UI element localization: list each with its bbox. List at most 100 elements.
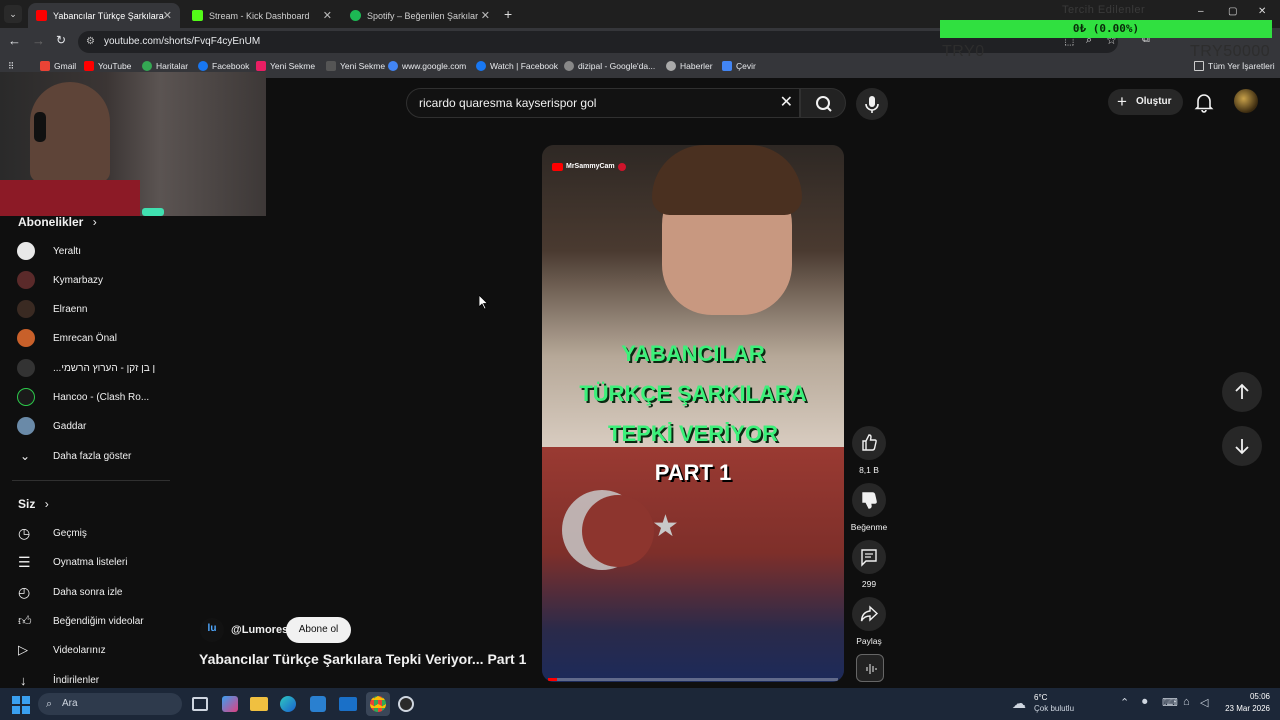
sidebar-sub-elraenn[interactable]: Elraenn <box>0 295 170 323</box>
sidebar-item-playlists[interactable]: ☰ Oynatma listeleri <box>0 548 170 576</box>
previous-short-button[interactable] <box>1222 372 1262 412</box>
tab-kick[interactable]: Stream - Kick Dashboard ✕ <box>184 3 340 28</box>
channel-name[interactable]: @Lumores <box>231 624 288 636</box>
tab-youtube[interactable]: Yabancılar Türkçe Şarkılara Tepki ✕ <box>28 3 180 28</box>
tab-spotify[interactable]: Spotify – Beğenilen Şarkılar ✕ <box>342 3 498 28</box>
close-icon[interactable]: ✕ <box>163 9 172 22</box>
page-icon <box>256 61 266 71</box>
bookmark-translate[interactable]: Çevir <box>722 61 756 71</box>
close-icon[interactable]: ✕ <box>323 9 332 22</box>
download-icon: ↓ <box>20 672 27 688</box>
overlay-faint-text: Tercih Edilenler <box>1062 4 1146 16</box>
like-button[interactable] <box>852 426 886 460</box>
arrow-down-icon <box>1235 439 1249 455</box>
video-person-hair <box>652 145 802 215</box>
task-view-icon[interactable] <box>192 697 208 711</box>
all-bookmarks[interactable]: Tüm Yer İşaretleri <box>1194 61 1275 71</box>
avatar[interactable] <box>1234 89 1258 113</box>
donation-progress-bar: 0₺ (0.00%) <box>940 20 1272 38</box>
overlay-goal-start: TRY0 <box>942 43 985 60</box>
webcam-overlay <box>0 72 266 216</box>
site-info-icon[interactable]: ⚙ <box>86 31 95 53</box>
window-close-button[interactable]: ✕ <box>1258 6 1266 17</box>
file-explorer-icon[interactable] <box>250 697 268 711</box>
minimize-button[interactable]: – <box>1198 6 1204 17</box>
you-heading[interactable]: Siz › <box>18 497 49 511</box>
voice-search-button[interactable] <box>856 88 888 120</box>
chrome-icon[interactable] <box>366 692 390 716</box>
subscriptions-heading[interactable]: Abonelikler › <box>18 215 97 229</box>
edge-icon[interactable] <box>280 696 296 712</box>
bookmark-new-tab-2[interactable]: Yeni Sekme <box>326 61 385 71</box>
bookmark-youtube[interactable]: YouTube <box>84 61 131 71</box>
video-progress-fill <box>548 678 557 681</box>
microphone-tray-icon[interactable]: ⏺ <box>1142 696 1148 709</box>
tab-list-button[interactable]: ⌄ <box>4 5 22 23</box>
date: 23 Mar 2026 <box>1225 704 1270 713</box>
bookmark-news[interactable]: Haberler <box>666 61 713 71</box>
store-icon[interactable] <box>310 696 326 712</box>
share-label: Paylaş <box>856 636 882 646</box>
mail-icon[interactable] <box>339 697 357 711</box>
bookmark-watch-facebook[interactable]: Watch | Facebook <box>476 61 558 71</box>
widgets-icon[interactable] <box>222 696 238 712</box>
maximize-button[interactable]: ▢ <box>1228 6 1237 17</box>
comments-button[interactable] <box>852 540 886 574</box>
sidebar-item-history[interactable]: ◷ Geçmiş <box>0 519 170 547</box>
google-icon <box>388 61 398 71</box>
sidebar-item-watch-later[interactable]: ◴ Daha sonra izle <box>0 578 170 606</box>
bookmark-new-tab-1[interactable]: Yeni Sekme <box>256 61 315 71</box>
channel-avatar[interactable]: lu <box>200 618 224 642</box>
sidebar-sub-hebrew-channel[interactable]: ...ן בן זקן - הערוץ הרשמי <box>0 354 170 382</box>
dislike-button[interactable] <box>852 483 886 517</box>
taskbar-search[interactable]: ⌕ Ara <box>38 693 182 715</box>
keyboard-icon[interactable]: ⌨ <box>1162 696 1178 709</box>
sidebar-item-liked-videos[interactable]: 👍︎ Beğendiğim videolar <box>0 607 170 635</box>
back-button[interactable]: ← <box>8 33 21 48</box>
thumbs-down-icon <box>862 492 877 509</box>
history-icon: ◷ <box>18 524 31 541</box>
sidebar-sub-emrecan[interactable]: Emrecan Önal <box>0 324 170 352</box>
sidebar-sub-hancoo[interactable]: Hancoo - (Clash Ro... <box>0 383 170 411</box>
clock[interactable]: 05:06 23 Mar 2026 <box>1218 692 1270 713</box>
create-button[interactable]: + Oluştur <box>1108 89 1183 115</box>
weather-widget[interactable]: ☁ 6°C Çok bulutlu <box>1012 692 1102 716</box>
folder-icon <box>1194 61 1204 71</box>
bookmark-facebook[interactable]: Facebook <box>198 61 249 71</box>
search-input[interactable]: ricardo quaresma kayserispor gol ✕ <box>406 88 800 118</box>
new-tab-button[interactable]: + <box>504 6 512 22</box>
channel-avatar-icon <box>17 242 35 260</box>
sidebar-sub-kymarbazy[interactable]: Kymarbazy <box>0 266 170 294</box>
sound-button[interactable] <box>856 654 884 682</box>
close-icon[interactable]: ✕ <box>481 9 490 22</box>
bookmark-maps[interactable]: Haritalar <box>142 61 188 71</box>
volume-icon[interactable]: ◁ <box>1200 696 1208 709</box>
sidebar-sub-yeralti[interactable]: Yeraltı <box>0 237 170 265</box>
overlay-goal-end: TRY50000 <box>1190 43 1271 60</box>
apps-icon[interactable]: ⠿ <box>8 61 14 72</box>
sidebar-item-your-videos[interactable]: ▷ Videolarınız <box>0 636 170 664</box>
obs-icon[interactable] <box>398 696 414 712</box>
notifications-button[interactable] <box>1192 90 1216 114</box>
bookmark-gmail[interactable]: Gmail <box>40 61 76 71</box>
kick-icon <box>192 10 203 21</box>
network-icon[interactable]: ⌂ <box>1183 696 1190 708</box>
sidebar-sub-gaddar[interactable]: Gaddar <box>0 412 170 440</box>
search-button[interactable] <box>800 88 846 118</box>
reload-button[interactable]: ↻ <box>56 33 66 47</box>
playlist-icon: ☰ <box>18 553 31 570</box>
next-short-button[interactable] <box>1222 426 1262 466</box>
clear-search-icon[interactable]: ✕ <box>780 89 793 117</box>
bookmark-dizipal[interactable]: dizipal - Google'da... <box>564 61 655 71</box>
start-button[interactable] <box>12 696 30 714</box>
bookmark-google[interactable]: www.google.com <box>388 61 466 71</box>
subscribe-button[interactable]: Abone ol <box>286 617 351 643</box>
forward-button[interactable]: → <box>32 33 45 48</box>
short-video-player[interactable]: ★ MrSammyCam YABANCILAR TÜRKÇE ŞARKILARA… <box>542 145 844 682</box>
short-title[interactable]: Yabancılar Türkçe Şarkılara Tepki Veriyo… <box>199 651 526 667</box>
tab-label: Yabancılar Türkçe Şarkılara Tepki <box>53 10 165 21</box>
video-progress-track[interactable] <box>548 678 838 681</box>
show-more-button[interactable]: ⌄ Daha fazla göster <box>0 442 170 470</box>
share-button[interactable] <box>852 597 886 631</box>
tray-chevron-icon[interactable]: ⌃ <box>1120 696 1129 709</box>
